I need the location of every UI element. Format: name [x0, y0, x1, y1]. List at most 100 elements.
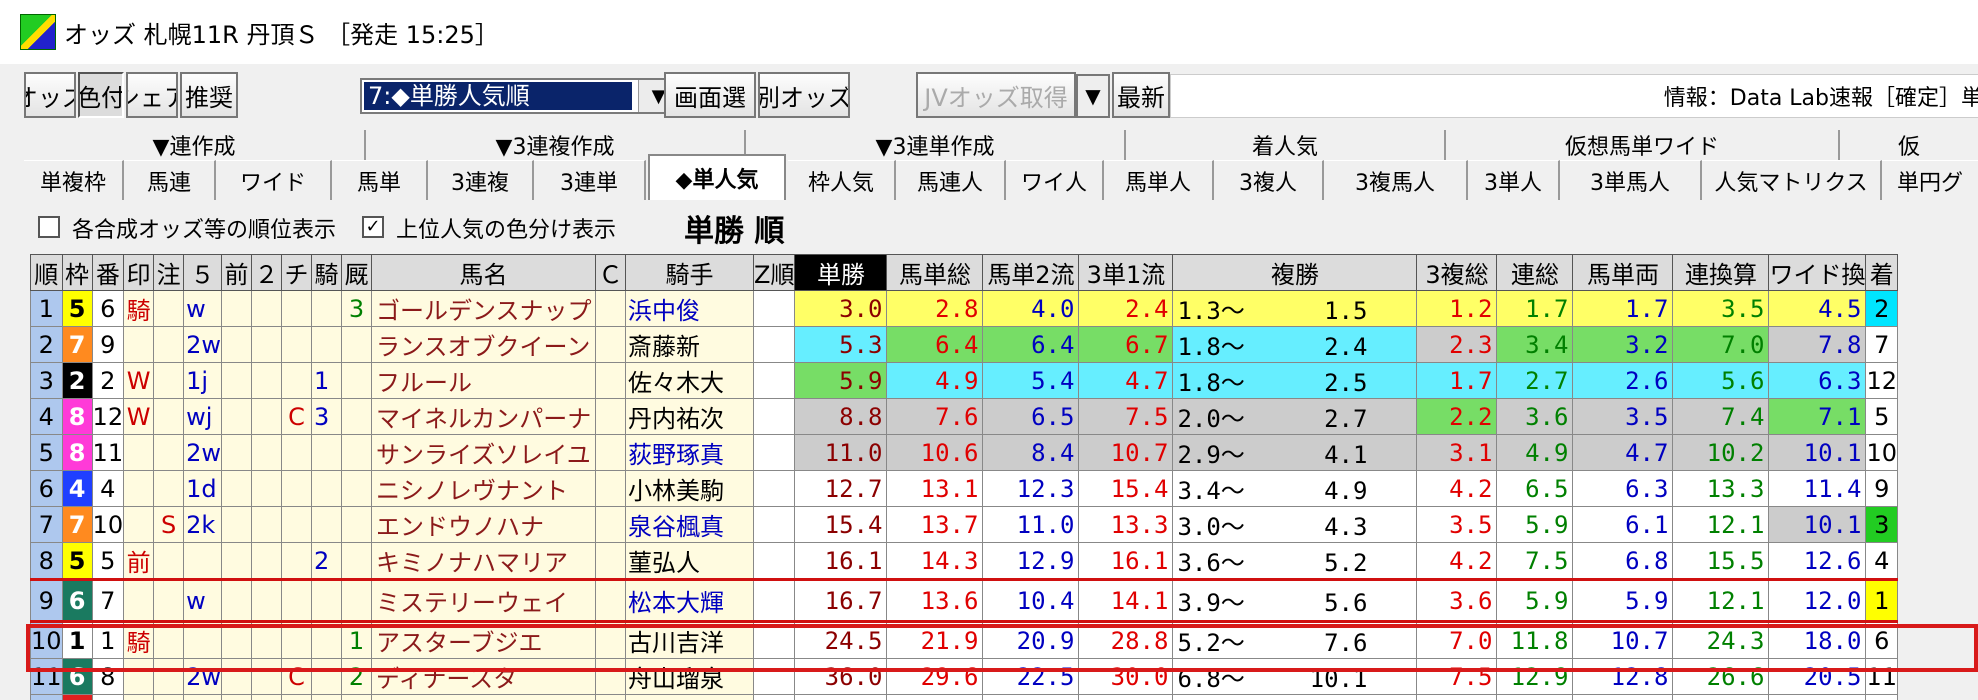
cell-two: [251, 290, 282, 327]
column-header[interactable]: 騎: [311, 254, 342, 291]
tab-umatan[interactable]: 馬単: [332, 160, 428, 200]
cell-rank: 3: [30, 362, 63, 399]
cell-name: アスターブジエ: [371, 621, 596, 659]
share-button[interactable]: シェア: [126, 72, 178, 118]
cell-c: [595, 362, 626, 399]
table-row[interactable]: 12331jダンディズム川又賢治38.738.928.341.26.8～10.0…: [30, 694, 1898, 700]
tab-tan-ninki[interactable]: ◆単人気: [648, 154, 786, 200]
table-header: 順枠番印注 ５ 前 ２ チ騎厩馬名 Ｃ 騎手 Z順 単勝 馬単総 馬単2流 3単1流 複勝 3複総 連総 馬単…: [30, 254, 1898, 291]
tab-wide[interactable]: ワイド: [216, 160, 332, 200]
cell-chi: [281, 290, 312, 327]
cell-five: 2w: [183, 658, 222, 695]
column-header[interactable]: 着: [1865, 254, 1898, 291]
column-header[interactable]: 騎手: [625, 254, 754, 291]
tab-ninki-matrix[interactable]: 人気マトリクス: [1702, 160, 1882, 200]
tab-umatan-ninki[interactable]: 馬単人: [1104, 160, 1214, 200]
latest-button[interactable]: 最新: [1112, 72, 1170, 118]
column-header[interactable]: 馬単2流: [982, 254, 1080, 291]
tab-chaku-ninki[interactable]: 着人気: [1126, 130, 1446, 160]
tab-kaso-umatan-wide[interactable]: 仮想馬単ワイド: [1446, 130, 1840, 160]
fukusho-high: 5.2: [1324, 549, 1368, 577]
cell-rensou: 2.7: [1496, 362, 1574, 399]
tab-3rentan[interactable]: 3連単: [534, 160, 646, 200]
column-header[interactable]: 順: [30, 254, 63, 291]
table-row[interactable]: 2 7 9 2w ランスオブクイーン 斎藤新 5.3 6.4 6.4 6.7 1.8～ 2.4 2.3 3…: [30, 326, 1898, 363]
cell-ban: 4: [91, 470, 125, 507]
odds-button[interactable]: オッズ: [24, 72, 76, 118]
column-header[interactable]: ５: [183, 254, 222, 291]
tab-tan-yen-graph[interactable]: 単円グ: [1882, 160, 1978, 200]
column-header[interactable]: Z順: [752, 254, 796, 291]
column-header[interactable]: 馬単両: [1572, 254, 1674, 291]
tab-3rentan-create[interactable]: ▼3連単作成: [746, 130, 1126, 160]
tab-umaren[interactable]: 馬連: [124, 160, 216, 200]
cell-mae: [221, 326, 252, 363]
column-header[interactable]: チ: [281, 254, 312, 291]
color-display-checkbox[interactable]: ✓: [362, 216, 384, 238]
other-odds-button[interactable]: 別オッズ: [758, 72, 850, 118]
cell-name: マイネルカンパーナ: [371, 398, 596, 435]
tab-tanpuku-waku[interactable]: 単複枠: [24, 160, 124, 200]
column-header[interactable]: 複勝: [1172, 254, 1418, 291]
table-row[interactable]: 9 6 7 w ミステリーウェイ 松本大輝 16.7 13.6 10.4 14.1 3.9～ 5.6 3…: [30, 578, 1898, 623]
tab-ren-create[interactable]: ▼連作成: [24, 130, 366, 160]
cell-c: [595, 506, 626, 543]
tab-3renpuku[interactable]: 3連複: [428, 160, 534, 200]
table-row[interactable]: 6 4 4 1d ニシノレヴナント 小林美駒 12.7 13.1 12.3 15.4 3.4～ 4.9…: [30, 470, 1898, 507]
table-row[interactable]: 4 8 12 Wwj C 3 マイネルカンパーナ 丹内祐次 8.8 7.6 6.5 7.5 2.0～ 2.…: [30, 398, 1898, 435]
cell-rensou: 4.9: [1496, 434, 1574, 471]
window-title: オッズ 札幌11R 丹頂Ｓ ［発走 15:25］: [64, 20, 499, 49]
cell-waku: 6: [61, 658, 93, 695]
screen-select-button[interactable]: 画面選: [664, 72, 756, 118]
table-row[interactable]: 10 1 1 騎 1 アスターブジエ 古川吉洋 24.5 21.9 20.9 28.8 5.2～ 7.6…: [30, 621, 1898, 659]
column-header[interactable]: 単勝: [794, 254, 888, 291]
cell-umatan_sou: 13.6: [886, 578, 984, 623]
column-header[interactable]: 番: [91, 254, 125, 291]
cell-wide: 10.1: [1768, 506, 1867, 543]
column-header[interactable]: 印: [123, 254, 155, 291]
jv-odds-dropdown-icon[interactable]: ▼: [1076, 74, 1110, 118]
column-header[interactable]: 馬単総: [886, 254, 984, 291]
cell-jockey: 荻野琢真: [625, 434, 754, 471]
column-header[interactable]: 連総: [1496, 254, 1574, 291]
tab-3tan-ninki[interactable]: 3単人: [1468, 160, 1560, 200]
column-header[interactable]: ２: [251, 254, 282, 291]
table-row[interactable]: 7 7 10 S 2k エンドウノハナ 泉谷楓真 15.4 13.7 11.0 13.3 3.0～ 4.…: [30, 506, 1898, 543]
tab-3tan-uma-ninki[interactable]: 3単馬人: [1560, 160, 1702, 200]
table-row[interactable]: 5 8 11 2w サンライズソレイユ 荻野琢真 11.0 10.6 8.4 10.7 2.9～ 4.…: [30, 434, 1898, 471]
tab-waku-ninki[interactable]: 枠人気: [788, 160, 896, 200]
rank-display-checkbox[interactable]: [38, 216, 60, 238]
color-button[interactable]: 色付: [78, 72, 124, 118]
cell-fukusho: 3.6～ 5.2: [1172, 542, 1418, 580]
tab-3fuku-ninki[interactable]: 3複人: [1214, 160, 1324, 200]
cell-umatan2: 5.4: [982, 362, 1080, 399]
table-row[interactable]: 3 2 2 W 1j 1 フルール 佐々木大 5.9 4.9 5.4 4.7 1.8～ 2.5 1.7 2.7…: [30, 362, 1898, 399]
column-header[interactable]: 枠: [61, 254, 93, 291]
cell-chi: [281, 542, 312, 580]
cell-ki: [311, 658, 342, 695]
tab-3fuku-uma-ninki[interactable]: 3複馬人: [1324, 160, 1468, 200]
column-header[interactable]: 前: [221, 254, 252, 291]
column-header[interactable]: ワイド換: [1768, 254, 1867, 291]
column-header[interactable]: Ｃ: [595, 254, 626, 291]
table-row[interactable]: 8 5 5 前 2 キミノナハマリア 菫弘人 16.1 14.3 12.9 16.1 3.6～ 5.2 4…: [30, 542, 1898, 580]
table-row[interactable]: 1 5 6 騎 w 3 ゴールデンスナップ 浜中俊 3.0 2.8 4.0 2.4 1.3～ 1.5 1.2…: [30, 290, 1898, 327]
tab-wide-ninki[interactable]: ワイ人: [1006, 160, 1104, 200]
column-header[interactable]: 注: [153, 254, 185, 291]
cell-kyu: 2: [341, 658, 372, 695]
column-header[interactable]: 3単1流: [1078, 254, 1174, 291]
column-header[interactable]: 厩: [341, 254, 372, 291]
column-header[interactable]: 連換算: [1672, 254, 1770, 291]
cell-ki: [311, 326, 342, 363]
column-header[interactable]: 馬名: [371, 254, 596, 291]
cell-c: [595, 542, 626, 580]
recommend-button[interactable]: 推奨: [180, 72, 238, 118]
jv-odds-button[interactable]: JVオッズ取得: [916, 72, 1076, 118]
column-header[interactable]: 3複総: [1416, 254, 1498, 291]
table-row[interactable]: 11 6 8 2w C 2 ディナースタ 舟山瑠泉 36.0 29.6 22.5 30.0 6.8～ 10…: [30, 658, 1898, 695]
tab-umaren-ninki[interactable]: 馬連人: [896, 160, 1006, 200]
view-select[interactable]: 7:◆単勝人気順 ▼: [360, 78, 680, 114]
cell-umatan_sou: 29.6: [886, 658, 984, 695]
tab-kaso-more[interactable]: 仮: [1840, 130, 1978, 160]
cell-ban: 10: [91, 506, 125, 543]
